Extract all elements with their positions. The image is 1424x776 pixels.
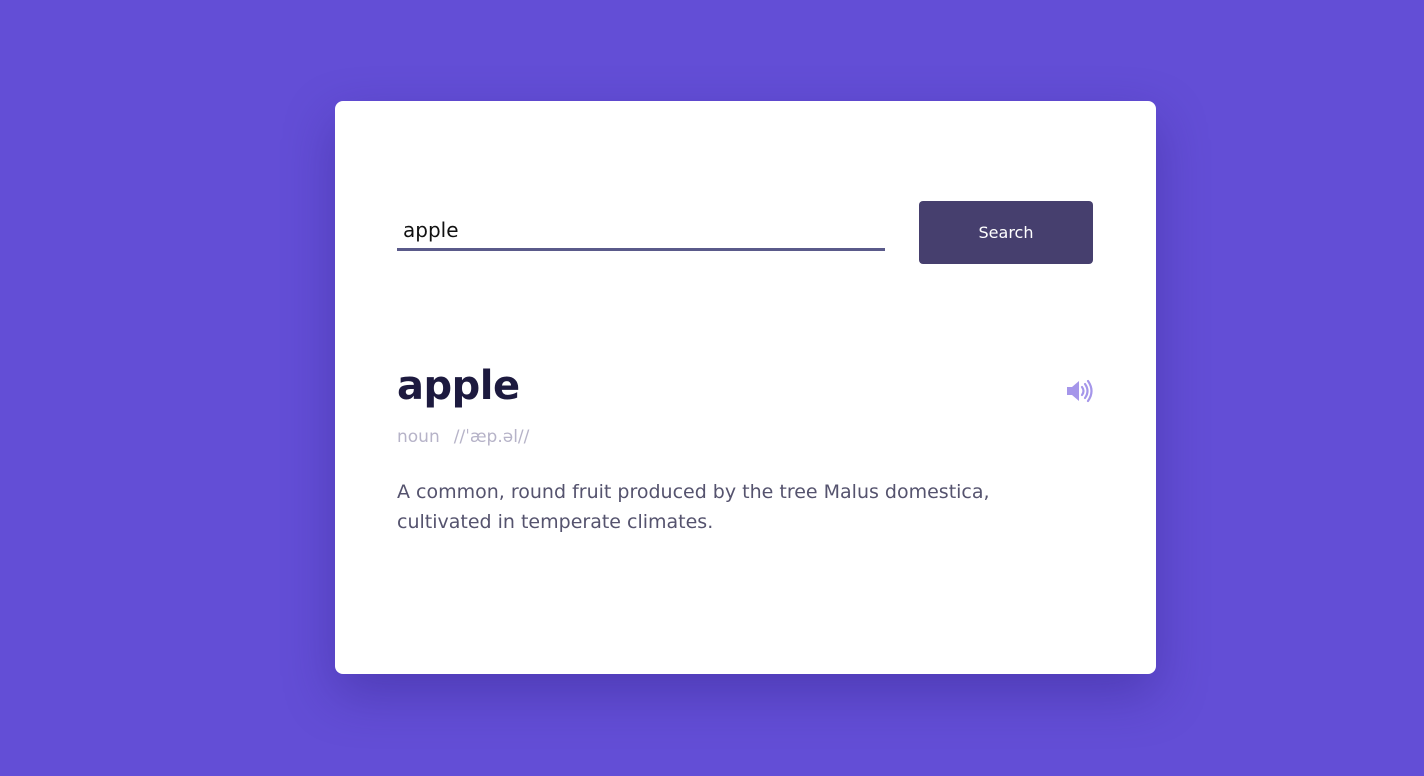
part-of-speech: noun <box>397 427 440 447</box>
speaker-icon <box>1067 379 1093 403</box>
phonetic: //ˈæp.əl// <box>453 427 530 447</box>
word-meta: noun //ˈæp.əl// <box>397 427 529 447</box>
search-input[interactable] <box>397 211 885 251</box>
word-title: apple <box>397 363 520 409</box>
dictionary-card: Search apple noun //ˈæp.əl// A common, r… <box>335 101 1156 674</box>
search-bar: Search <box>397 201 1093 265</box>
definition-text: A common, round fruit produced by the tr… <box>397 481 990 533</box>
search-button[interactable]: Search <box>919 201 1093 264</box>
play-audio-button[interactable] <box>1065 378 1095 404</box>
